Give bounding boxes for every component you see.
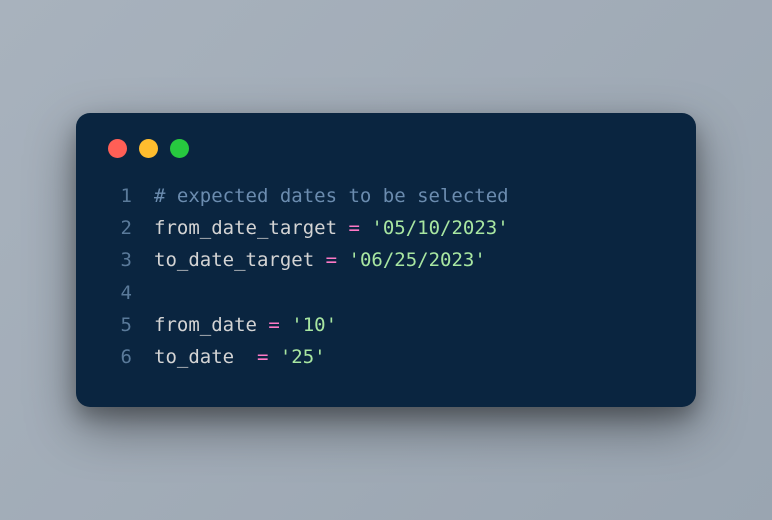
code-token-op: = xyxy=(268,314,279,336)
maximize-icon[interactable] xyxy=(170,139,189,158)
code-line: 2 from_date_target = '05/10/2023' xyxy=(106,212,666,244)
code-line: 1 # expected dates to be selected xyxy=(106,180,666,212)
code-line: 5 from_date = '10' xyxy=(106,309,666,341)
code-block: 1 # expected dates to be selected 2 from_da… xyxy=(106,180,666,374)
code-token-op: = xyxy=(257,346,268,368)
code-line: 6 to_date = '25' xyxy=(106,341,666,373)
code-token-string: '05/10/2023' xyxy=(371,217,508,239)
code-token-ident: from_date xyxy=(154,314,268,336)
code-token-ident xyxy=(337,249,348,271)
code-line: 4 xyxy=(106,277,666,309)
code-token-comment: # expected dates to be selected xyxy=(154,185,509,207)
code-token-op: = xyxy=(348,217,359,239)
line-number: 3 xyxy=(106,244,132,276)
code-editor-window: 1 # expected dates to be selected 2 from_da… xyxy=(76,113,696,408)
code-token-string: '06/25/2023' xyxy=(349,249,486,271)
code-token-string: '10' xyxy=(291,314,337,336)
line-number: 4 xyxy=(106,277,132,309)
code-token-ident xyxy=(268,346,279,368)
minimize-icon[interactable] xyxy=(139,139,158,158)
line-number: 2 xyxy=(106,212,132,244)
code-token-ident xyxy=(280,314,291,336)
line-number: 5 xyxy=(106,309,132,341)
code-token-string: '25' xyxy=(280,346,326,368)
window-controls xyxy=(106,139,666,158)
code-line: 3 to_date_target = '06/25/2023' xyxy=(106,244,666,276)
close-icon[interactable] xyxy=(108,139,127,158)
line-number: 1 xyxy=(106,180,132,212)
code-token-ident: to_date_target xyxy=(154,249,326,271)
code-token-ident xyxy=(360,217,371,239)
code-token-op: = xyxy=(326,249,337,271)
code-token-ident: to_date xyxy=(154,346,257,368)
line-number: 6 xyxy=(106,341,132,373)
code-token-ident: from_date_target xyxy=(154,217,348,239)
